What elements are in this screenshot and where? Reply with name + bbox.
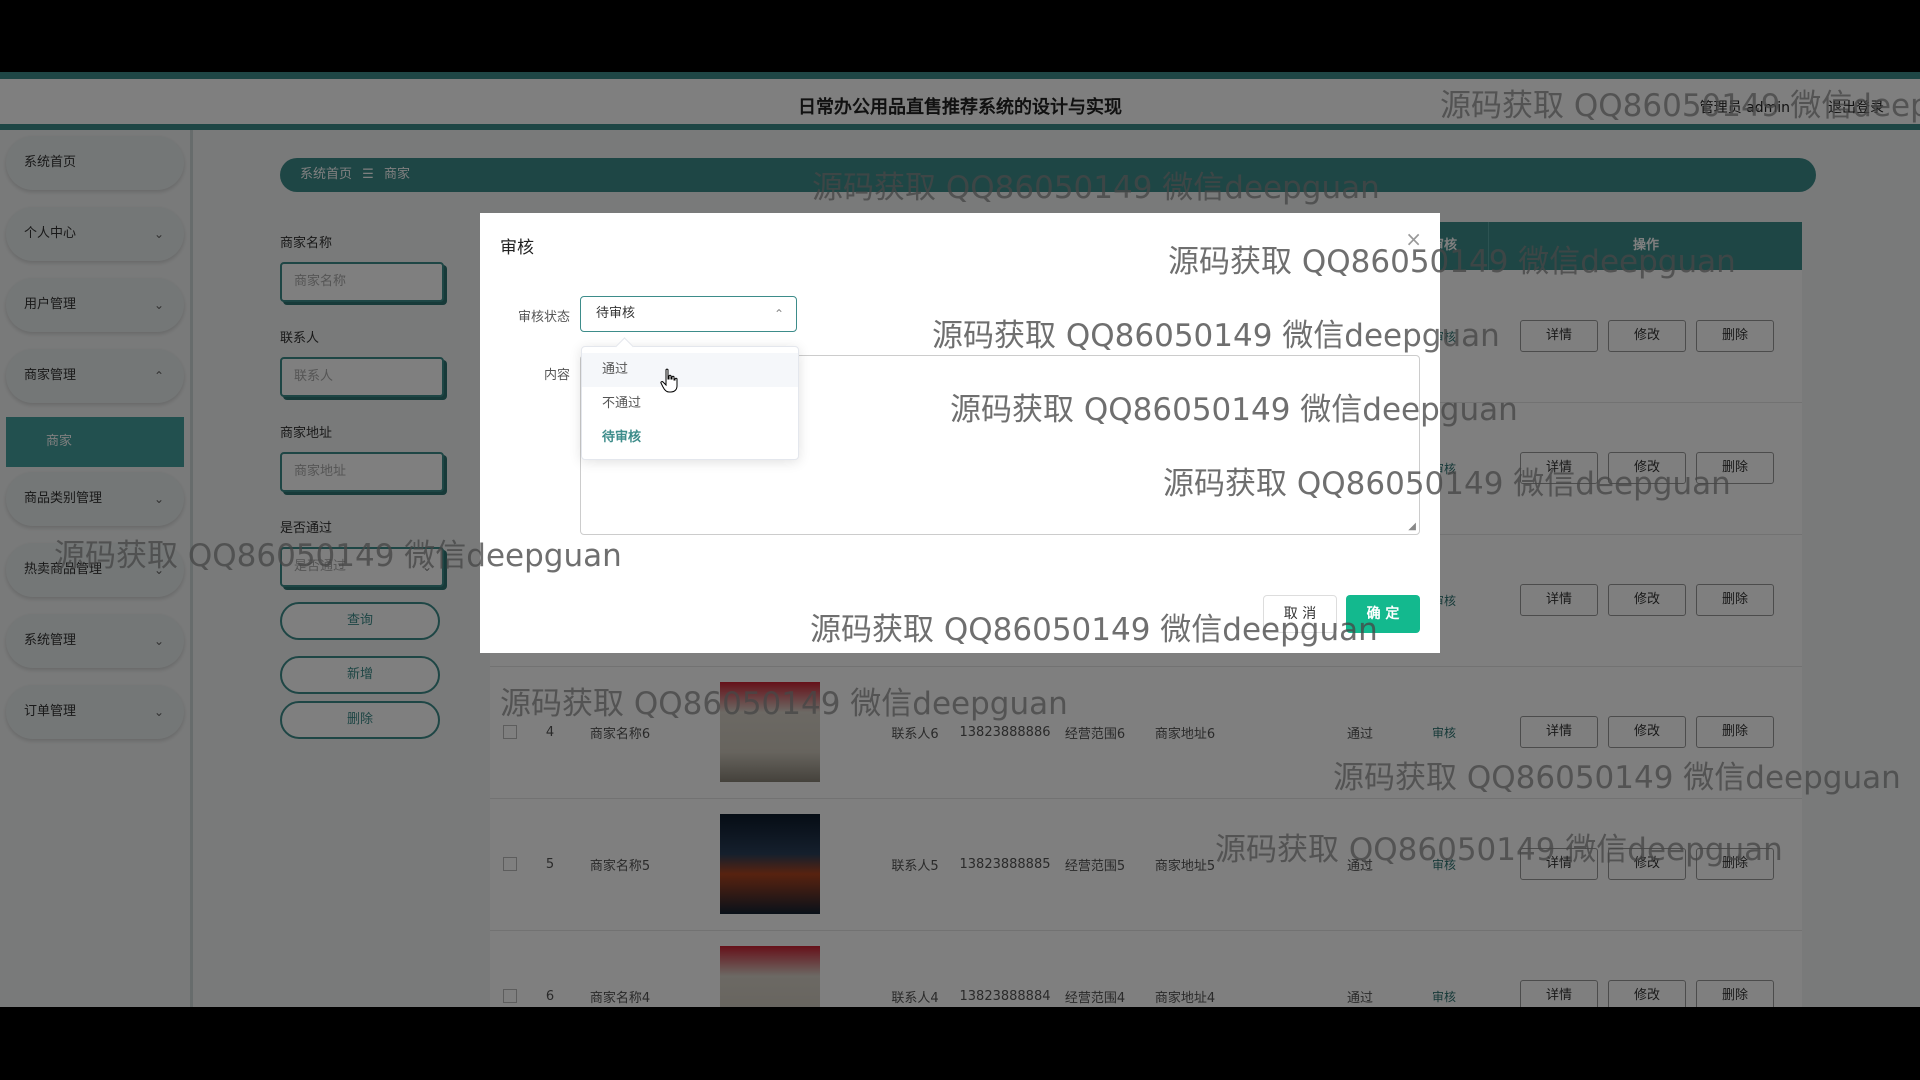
watermark-text: 源码获取 QQ86050149 微信deepguan xyxy=(1333,760,1901,796)
audit-status-value: 待审核 xyxy=(596,306,636,321)
option-pending[interactable]: 待审核 xyxy=(582,421,798,455)
watermark-text: 源码获取 QQ86050149 微信deepguan xyxy=(810,612,1378,648)
dialog-title: 审核 xyxy=(500,238,534,258)
watermark-text: 源码获取 QQ86050149 微信deepguan xyxy=(54,538,622,574)
watermark-text: 源码获取 QQ86050149 微信deepguan xyxy=(500,686,1068,722)
audit-status-select[interactable]: 待审核 ⌃ xyxy=(580,296,797,332)
watermark-text: 源码获取 QQ86050149 微信deepguan xyxy=(1440,88,1920,124)
option-reject[interactable]: 不通过 xyxy=(582,387,798,421)
watermark-text: 源码获取 QQ86050149 微信deepguan xyxy=(1215,832,1783,868)
watermark-text: 源码获取 QQ86050149 微信deepguan xyxy=(812,170,1380,206)
hand-cursor-icon xyxy=(660,368,678,393)
resize-handle-icon[interactable]: ◢ xyxy=(1408,521,1416,532)
watermark-text: 源码获取 QQ86050149 微信deepguan xyxy=(950,392,1518,428)
watermark-text: 源码获取 QQ86050149 微信deepguan xyxy=(932,318,1500,354)
audit-status-dropdown: 通过 不通过 待审核 xyxy=(581,337,799,460)
option-pass[interactable]: 通过 xyxy=(582,353,798,387)
chevron-up-icon: ⌃ xyxy=(773,307,784,321)
app-window: 日常办公用品直售推荐系统的设计与实现 管理员 admin 退出登录 系统首页 个… xyxy=(0,72,1920,1007)
watermark-text: 源码获取 QQ86050149 微信deepguan xyxy=(1168,244,1736,280)
audit-status-label: 审核状态 xyxy=(517,310,570,325)
watermark-text: 源码获取 QQ86050149 微信deepguan xyxy=(1163,466,1731,502)
content-label: 内容 xyxy=(543,368,570,383)
